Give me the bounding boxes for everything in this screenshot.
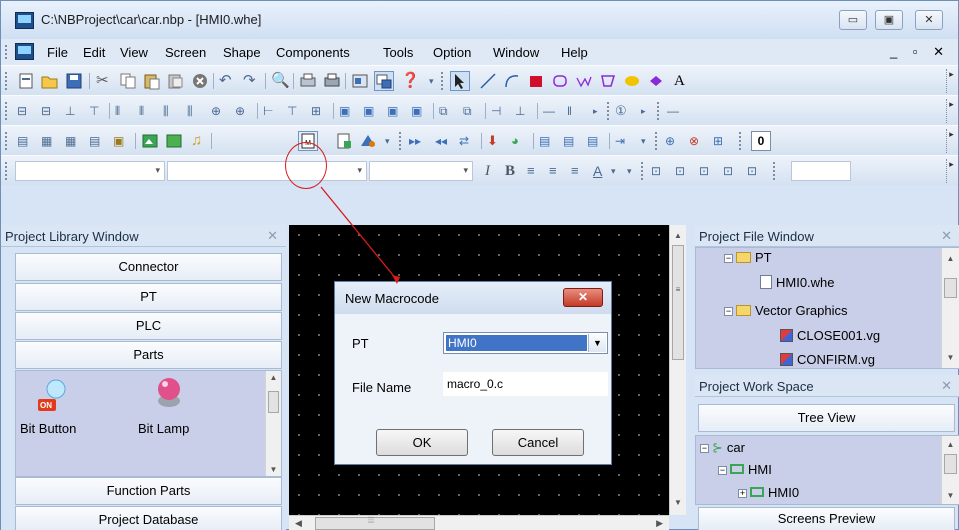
app-window: C:\NBProject\car\car.nbp - [HMI0.whe] ▭ …: [0, 0, 959, 530]
callout-arrow: [320, 186, 400, 284]
